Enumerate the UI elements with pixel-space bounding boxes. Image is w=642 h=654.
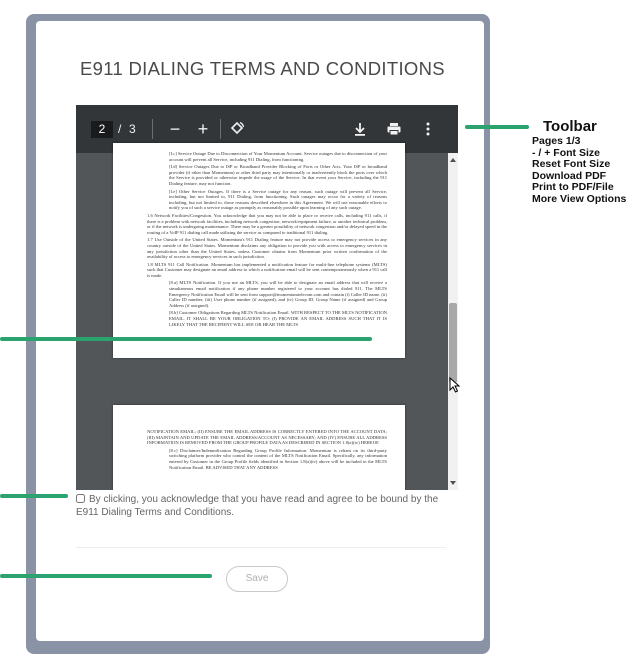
- doc-paragraph: [8.a] MLTS Notification. If you use an M…: [169, 280, 387, 308]
- toolbar-annotation: Toolbar Pages 1/3 - / + Font Size Reset …: [532, 118, 626, 205]
- agree-checkbox[interactable]: [76, 494, 85, 503]
- viewer-scrollbar[interactable]: [448, 153, 458, 490]
- toolbar-callout-line: [465, 125, 529, 129]
- page-number-input[interactable]: 2: [91, 121, 113, 138]
- pdf-pages[interactable]: [I.c] Service Outage Due to Disconnectio…: [76, 143, 448, 490]
- toolbar-divider: [152, 119, 153, 139]
- dialog-title: E911 DIALING TERMS AND CONDITIONS: [80, 58, 445, 79]
- annotation-item: More View Options: [532, 192, 627, 205]
- pdf-page: [I.c] Service Outage Due to Disconnectio…: [113, 143, 405, 358]
- doc-paragraph: 1.7 Use Outside of the United States. Mo…: [147, 237, 387, 260]
- scroll-down-arrow-icon[interactable]: [450, 481, 456, 485]
- doc-paragraph: 1.6 Network Facilities/Congestion. You a…: [147, 212, 387, 235]
- agree-label: By clicking, you acknowledge that you ha…: [76, 494, 439, 518]
- doc-paragraph: [8.c] Disclaimer/Indemnification Regardi…: [169, 447, 387, 470]
- rotate-icon: [230, 121, 245, 135]
- more-options-icon: [426, 122, 430, 136]
- print-button[interactable]: [382, 117, 406, 141]
- print-icon: [387, 123, 401, 136]
- checkbox-callout-line: [0, 494, 68, 498]
- divider: [76, 547, 446, 548]
- annotation-item: Print to PDF/File: [532, 181, 614, 193]
- doc-paragraph: [I.e] Other Service Outages. If there is…: [169, 188, 387, 211]
- rotate-button[interactable]: [225, 117, 249, 141]
- zoom-in-button[interactable]: +: [191, 117, 215, 141]
- scroll-callout-line: [0, 337, 372, 341]
- save-button[interactable]: Save: [226, 566, 288, 592]
- doc-paragraph: [I.c] Service Outage Due to Disconnectio…: [169, 151, 387, 162]
- more-options-button[interactable]: [416, 117, 440, 141]
- page-separator: /: [118, 122, 122, 136]
- save-callout-line: [0, 574, 212, 578]
- doc-paragraph: [I.d] Service Outages Due to ISP or Broa…: [169, 164, 387, 186]
- toolbar-divider: [220, 119, 221, 139]
- document-text: NOTIFICATION EMAIL; (II) ENSURE THE EMAI…: [147, 429, 387, 472]
- mouse-pointer-icon: [449, 377, 461, 393]
- document-text: [I.c] Service Outage Due to Disconnectio…: [147, 151, 387, 329]
- pdf-page: NOTIFICATION EMAIL; (II) ENSURE THE EMAI…: [113, 405, 405, 490]
- scroll-up-arrow-icon[interactable]: [450, 158, 456, 162]
- download-icon: [355, 123, 365, 136]
- page-total: 3: [129, 122, 136, 136]
- annotation-item: Reset Font Size: [532, 158, 611, 170]
- scroll-thumb[interactable]: [449, 303, 457, 383]
- agree-checkbox-row[interactable]: By clicking, you acknowledge that you ha…: [76, 493, 446, 519]
- pdf-viewer: 2 / 3 − + [I.c] Service Outage Due to Di…: [76, 105, 458, 490]
- download-button[interactable]: [348, 117, 372, 141]
- zoom-out-button[interactable]: −: [163, 117, 187, 141]
- doc-paragraph: NOTIFICATION EMAIL; (II) ENSURE THE EMAI…: [147, 429, 387, 446]
- doc-paragraph: [8.b] Customer Obligations Regarding MLT…: [169, 310, 387, 327]
- annotation-item: Pages 1/3: [532, 135, 581, 147]
- annotation-heading: Toolbar: [543, 118, 597, 135]
- doc-paragraph: 1.8 MLTS 911 Call Notification. Momentum…: [147, 261, 387, 278]
